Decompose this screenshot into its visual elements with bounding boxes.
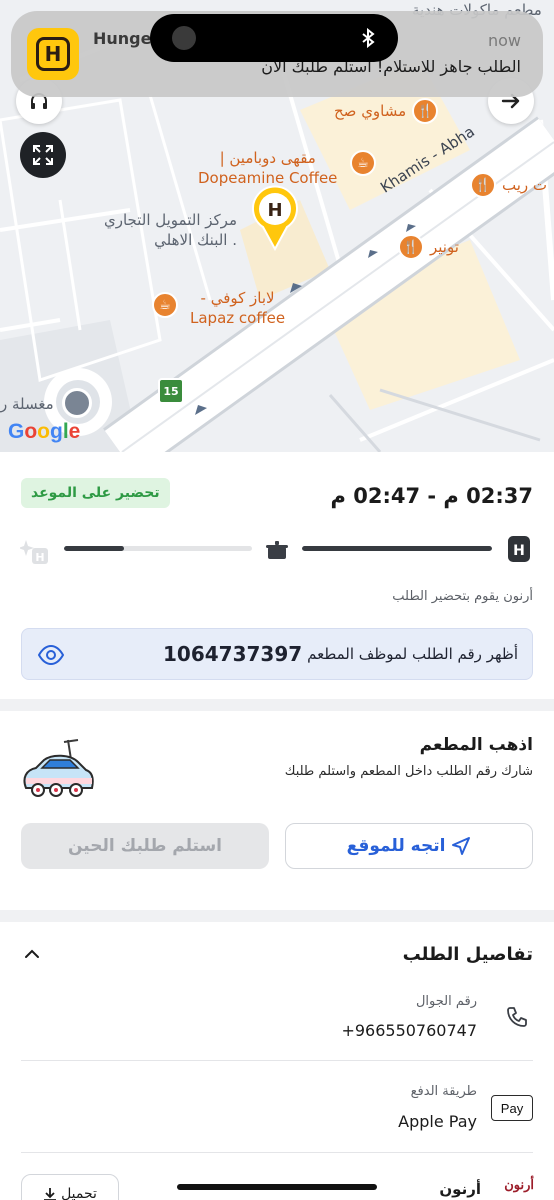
home-indicator[interactable] [177,1184,377,1190]
order-details-title: تفاصيل الطلب [402,944,533,965]
google-logo[interactable]: Google [8,420,80,444]
expand-icon [33,145,53,165]
coffee-pin-icon: ☕ [152,292,178,318]
go-to-restaurant-subtitle: شارك رقم الطلب داخل المطعم واستلم طلبك [284,764,533,779]
progress-bar-preparing [302,546,492,551]
order-number-label: أظهر رقم الطلب لموظف المطعم [307,645,518,663]
chevron-up-icon[interactable] [22,944,42,964]
notification-app-name: Hunge [93,29,152,48]
section-divider [0,910,554,922]
now-playing-artwork-icon [172,26,196,50]
order-number-card[interactable]: أظهر رقم الطلب لموظف المطعم 1064737397 [21,628,533,680]
restaurant-pin-icon: 🍴 [470,172,496,198]
road-shield: 15 [158,378,184,404]
progress-bar-pickup [64,546,252,551]
car-illustration-icon [23,739,94,797]
order-placed-icon: H [508,536,530,562]
eye-icon[interactable] [38,645,64,665]
sparkle-logo-icon: H [20,540,48,564]
svg-text:H: H [35,551,44,564]
restaurant-name: أرنون [439,1180,481,1198]
poi-laundry[interactable]: مغسلة ر [0,394,54,414]
row-divider [21,1060,533,1061]
preparing-status-text: أرنون يقوم بتحضير الطلب [392,589,533,604]
map-fullscreen-button[interactable] [20,132,66,178]
poi-reib[interactable]: 🍴 ت ريب [470,172,547,198]
progress-fill-preparing [302,546,492,551]
poi-label: ت ريب [502,176,548,194]
cooking-pot-icon [266,541,288,559]
app-icon-letter: H [44,42,62,66]
navigation-arrow-icon [452,837,471,855]
poi-label-bank-2: . البنك الاهلي [154,231,237,249]
poi-label: مشاوي صح [334,102,407,120]
order-progress: H H [20,530,534,566]
laundry-pin-icon[interactable] [62,388,92,418]
notification-time: now [487,31,521,50]
poi-label: تونير [430,238,459,256]
coffee-pin-icon: ☕ [350,150,376,176]
poi-lapaz[interactable]: ☕ [152,292,178,318]
poi-label-ar: مقهى دوبامين | [219,149,316,167]
download-icon [44,1188,57,1200]
restaurant-logo: أرنون [504,1178,534,1193]
download-button[interactable]: تحميل [21,1174,119,1200]
directions-button-label: اتجه للموقع [346,836,446,856]
order-tracking-screen: مطعم ماكولات هندية 🍴 مشاوي صح مقهى دوبام… [0,0,554,1200]
go-to-restaurant-title: اذهب المطعم [419,735,533,755]
poi-tunair[interactable]: 🍴 تونير [398,234,459,260]
dynamic-island [150,14,398,62]
pickup-order-button[interactable]: استلم طلبك الحين [21,823,269,869]
payment-method-label: طريقة الدفع [410,1084,477,1099]
hungerstation-logo-icon: H [36,37,70,71]
row-divider [21,1152,533,1153]
road-shield-number: 15 [163,384,179,398]
order-number: 1064737397 [163,642,303,666]
poi-label-ar: لاباز كوفي - [200,289,275,307]
bluetooth-icon [362,28,375,48]
apple-pay-icon: Pay [491,1095,533,1121]
restaurant-location-marker[interactable]: H [249,181,301,251]
poi-label-bank-1: مركز التمويل التجاري [104,211,237,229]
payment-method-value: Apple Pay [398,1112,477,1131]
phone-icon [500,1000,534,1034]
poi-lapaz-label[interactable]: لاباز كوفي - Lapaz coffee [190,288,285,328]
marker-letter: H [267,200,282,221]
progress-fill-pickup [64,546,125,551]
poi-label: مغسلة ر [0,395,54,413]
phone-label: رقم الجوال [415,994,477,1009]
restaurant-pin-icon: 🍴 [412,98,439,124]
status-badge: تحضير على الموعد [21,478,170,508]
directions-button[interactable]: اتجه للموقع [285,823,533,869]
poi-label-en: Lapaz coffee [190,309,286,327]
poi-bank[interactable]: مركز التمويل التجاري . البنك الاهلي [104,210,237,250]
app-icon: H [27,28,79,80]
delivery-time-range: 02:37 م - 02:47 م [330,484,533,508]
download-button-label: تحميل [61,1186,97,1200]
poi-mashawi-sah[interactable]: 🍴 مشاوي صح [334,98,439,124]
restaurant-pin-icon: 🍴 [398,234,424,260]
apple-pay-badge-text: Pay [500,1100,524,1116]
poi-dopeamine-pin[interactable]: ☕ [350,150,376,176]
section-divider [0,699,554,711]
pickup-order-button-label: استلم طلبك الحين [68,836,223,856]
svg-text:H: H [513,543,525,559]
phone-value: +966550760747 [341,1021,477,1040]
